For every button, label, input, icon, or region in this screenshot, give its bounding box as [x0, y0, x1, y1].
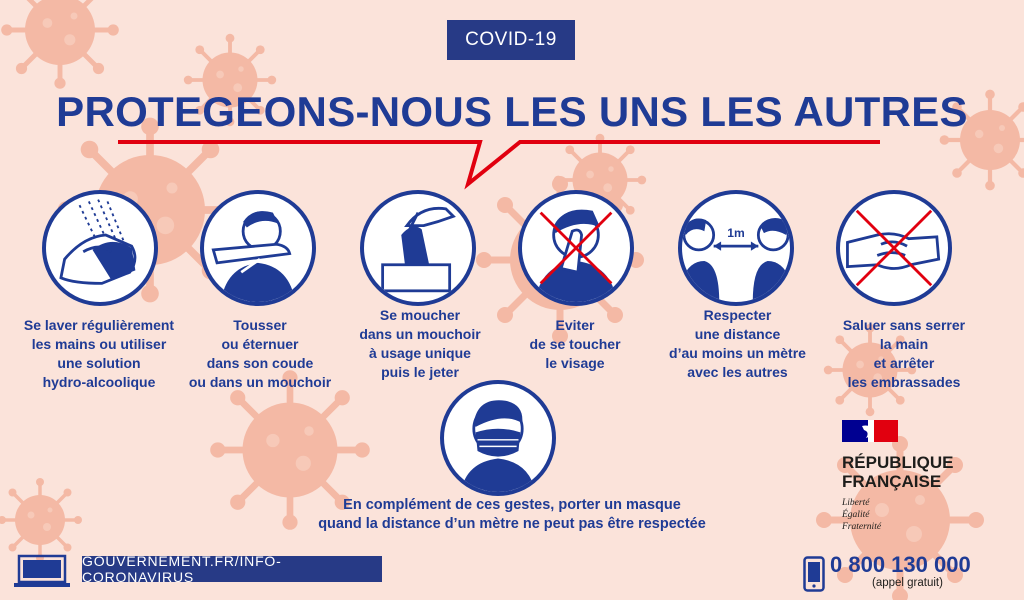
- phone-icon: [803, 556, 825, 592]
- laptop-icon: [14, 554, 70, 587]
- phone-number[interactable]: 0 800 130 000: [830, 552, 971, 578]
- caption-line: les mains ou utiliser: [31, 336, 167, 352]
- motto-line: Liberté: [842, 498, 870, 508]
- gesture-caption-3: Se moucher dans un mouchoir à usage uniq…: [345, 306, 495, 382]
- caption-line: Se laver régulièrement: [23, 317, 175, 333]
- caption-line: quand la distance d’un mètre ne peut pas…: [318, 516, 706, 532]
- gesture-caption-6: Saluer sans serrer la main et arrêter le…: [824, 316, 984, 392]
- motto-line: Égalité: [842, 510, 870, 520]
- headline: PROTEGEONS-NOUS LES UNS LES AUTRES: [56, 88, 968, 135]
- info-url-link[interactable]: GOUVERNEMENT.FR/INFO-CORONAVIRUS: [82, 553, 382, 585]
- caption-line: Eviter: [555, 317, 595, 333]
- phone-note: (appel gratuit): [872, 577, 943, 589]
- caption-line: une solution: [57, 355, 141, 371]
- gesture-caption-4: Eviter de se toucher le visage: [510, 316, 640, 373]
- caption-line: à usage unique: [369, 345, 471, 361]
- tissue-icon: [360, 190, 476, 306]
- gesture-caption-1: Se laver régulièrement les mains ou util…: [14, 316, 184, 392]
- marianne-flag-icon: [842, 420, 898, 442]
- caption-line: ou éternuer: [221, 336, 299, 352]
- caption-line: d’au moins un mètre: [669, 345, 806, 361]
- distance-icon: 1m: [678, 190, 794, 306]
- caption-line: puis le jeter: [381, 364, 459, 380]
- caption-line: avec les autres: [687, 364, 788, 380]
- distance-label: 1m: [727, 226, 744, 240]
- motto-line: Fraternité: [842, 522, 882, 532]
- caption-line: une distance: [694, 326, 781, 342]
- rf-line: RÉPUBLIQUE: [842, 453, 954, 472]
- caption-line: Se moucher: [379, 307, 461, 323]
- gesture-caption-2: Tousser ou éternuer dans son coude ou da…: [180, 316, 340, 392]
- caption-line: de se toucher: [529, 336, 621, 352]
- gesture-caption-5: Respecter une distance d’au moins un mèt…: [655, 306, 820, 382]
- caption-line: En complément de ces gestes, porter un m…: [343, 497, 681, 513]
- rf-line: FRANÇAISE: [842, 472, 942, 491]
- hand-washing-icon: [42, 190, 158, 306]
- poster: COVID-19 PROTEGEONS-NOUS LES UNS LES AUT…: [0, 0, 1024, 600]
- caption-line: Respecter: [703, 307, 772, 323]
- caption-line: et arrêter: [873, 355, 935, 371]
- caption-line: Tousser: [233, 317, 287, 333]
- republique-name: RÉPUBLIQUE FRANÇAISE: [842, 453, 953, 491]
- no-face-touch-icon: [518, 190, 634, 306]
- caption-line: la main: [879, 336, 929, 352]
- sneeze-elbow-icon: [200, 190, 316, 306]
- caption-line: le visage: [545, 355, 605, 371]
- republique-francaise-logo: RÉPUBLIQUE FRANÇAISE Liberté Égalité Fra…: [842, 420, 953, 533]
- mask-caption: En complément de ces gestes, porter un m…: [300, 496, 724, 534]
- no-handshake-icon: [836, 190, 952, 306]
- caption-line: ou dans un mouchoir: [188, 374, 332, 390]
- caption-line: Saluer sans serrer: [842, 317, 966, 333]
- mask-icon: [440, 380, 556, 496]
- caption-line: dans son coude: [206, 355, 314, 371]
- covid-badge: COVID-19: [447, 20, 575, 60]
- caption-line: les embrassades: [847, 374, 961, 390]
- caption-line: dans un mouchoir: [359, 326, 481, 342]
- republique-motto: Liberté Égalité Fraternité: [842, 497, 953, 533]
- caption-line: hydro-alcoolique: [42, 374, 156, 390]
